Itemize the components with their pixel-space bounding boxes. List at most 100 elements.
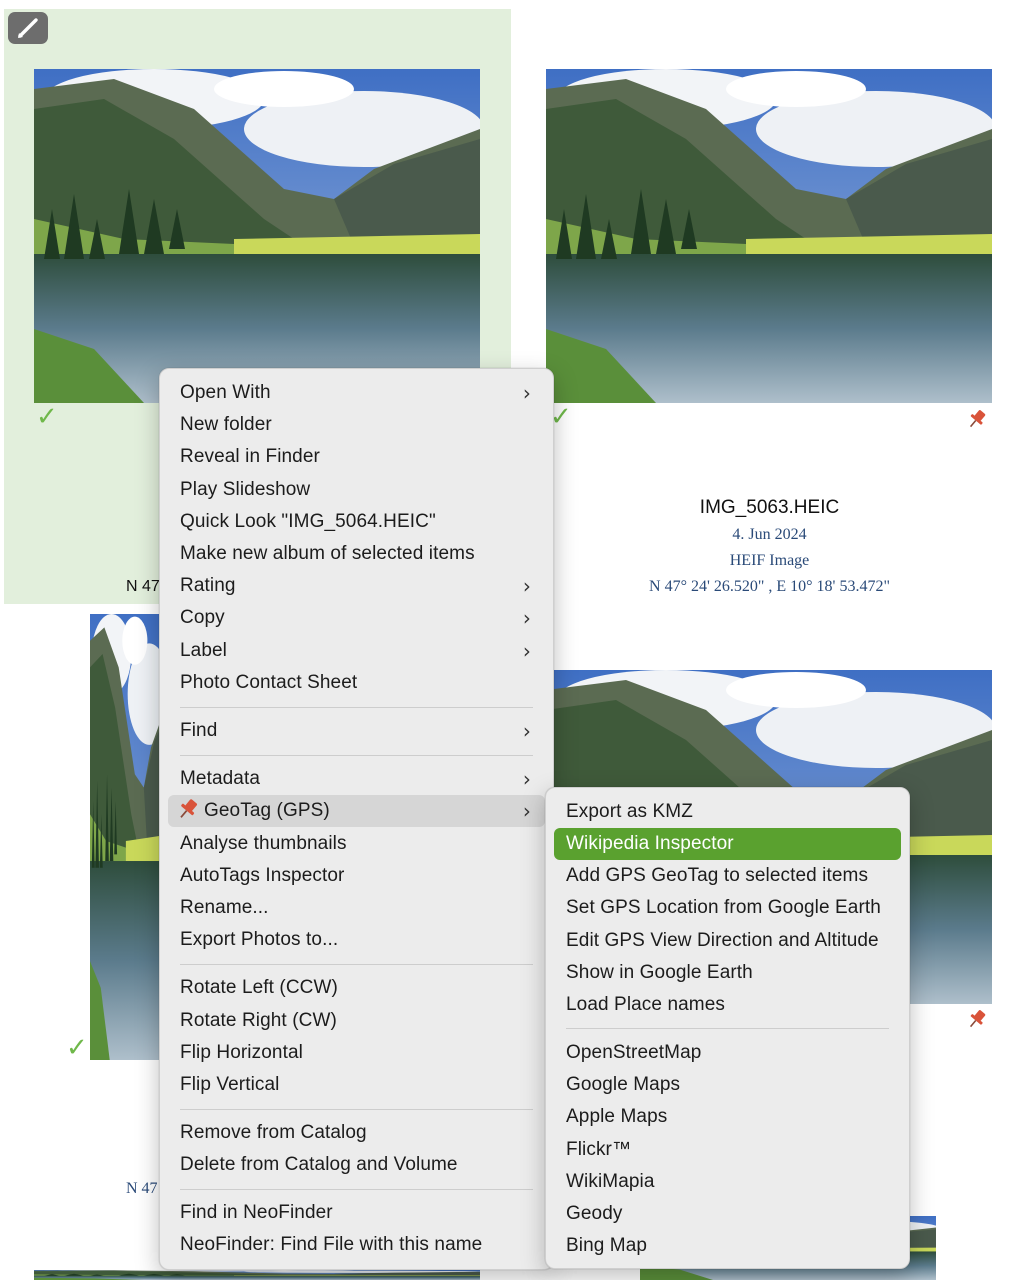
photo-thumbnail[interactable] xyxy=(90,614,170,1060)
menu-item-label: Rename... xyxy=(180,897,269,918)
menu-item-label: Add GPS GeoTag to selected items xyxy=(566,865,869,886)
landscape-image xyxy=(34,1270,480,1280)
chevron-right-icon: › xyxy=(522,799,531,823)
menu-item-label: Reveal in Finder xyxy=(180,446,320,467)
menu-item-play-slideshow[interactable]: Play Slideshow xyxy=(168,474,545,506)
menu-item-flip-horizontal[interactable]: Flip Horizontal xyxy=(168,1037,545,1069)
menu-item-make-album[interactable]: Make new album of selected items xyxy=(168,538,545,570)
menu-item-label: AutoTags Inspector xyxy=(180,865,345,886)
submenu-item-flickr[interactable]: Flickr™ xyxy=(554,1134,901,1166)
landscape-image xyxy=(90,614,170,1060)
pin-icon xyxy=(969,1010,986,1028)
edit-button[interactable] xyxy=(8,12,48,44)
menu-item-label: Analyse thumbnails xyxy=(180,833,347,854)
chevron-right-icon: › xyxy=(522,719,531,743)
menu-item-label: Bing Map xyxy=(566,1235,648,1256)
menu-item-export-photos[interactable]: Export Photos to... xyxy=(168,924,545,956)
chevron-right-icon: › xyxy=(522,767,531,791)
submenu-item-geody[interactable]: Geody xyxy=(554,1198,901,1230)
pin-icon xyxy=(969,410,986,428)
submenu-item-edit-gps-view[interactable]: Edit GPS View Direction and Altitude xyxy=(554,925,901,957)
menu-item-photo-contact-sheet[interactable]: Photo Contact Sheet xyxy=(168,667,545,699)
thumbnail-date: 4. Jun 2024 xyxy=(732,526,807,543)
menu-item-label: Find xyxy=(180,720,218,741)
menu-separator xyxy=(180,707,533,708)
menu-item-metadata[interactable]: Metadata › xyxy=(168,763,545,795)
menu-item-find[interactable]: Find › xyxy=(168,715,545,747)
menu-item-open-with[interactable]: Open With › xyxy=(168,377,545,409)
menu-separator xyxy=(566,1028,889,1029)
menu-item-copy[interactable]: Copy › xyxy=(168,602,545,634)
menu-item-label: Copy xyxy=(180,607,225,628)
submenu-item-bing-map[interactable]: Bing Map xyxy=(554,1230,901,1262)
submenu-item-openstreetmap[interactable]: OpenStreetMap xyxy=(554,1037,901,1069)
thumbnail-coordinates: N 47 xyxy=(126,1180,158,1197)
menu-item-label[interactable]: Label › xyxy=(168,635,545,667)
menu-separator xyxy=(180,1189,533,1190)
menu-item-label: Google Maps xyxy=(566,1074,681,1095)
menu-item-label: Flickr™ xyxy=(566,1139,632,1160)
menu-item-label: Set GPS Location from Google Earth xyxy=(566,897,881,918)
submenu-item-add-gps-geotag[interactable]: Add GPS GeoTag to selected items xyxy=(554,860,901,892)
menu-item-geotag[interactable]: GeoTag (GPS) › xyxy=(168,795,545,827)
landscape-image xyxy=(546,69,992,403)
menu-item-label: Rotate Left (CCW) xyxy=(180,977,338,998)
menu-item-label: Rating xyxy=(180,575,236,596)
photo-thumbnail[interactable] xyxy=(34,69,480,403)
submenu-item-apple-maps[interactable]: Apple Maps xyxy=(554,1101,901,1133)
menu-item-rename[interactable]: Rename... xyxy=(168,892,545,924)
submenu-item-google-maps[interactable]: Google Maps xyxy=(554,1069,901,1101)
menu-item-neofinder-find-file[interactable]: NeoFinder: Find File with this name xyxy=(168,1229,545,1261)
menu-item-label: Make new album of selected items xyxy=(180,543,475,564)
menu-item-label: New folder xyxy=(180,414,272,435)
menu-item-label: Load Place names xyxy=(566,994,725,1015)
menu-item-remove-from-catalog[interactable]: Remove from Catalog xyxy=(168,1117,545,1149)
submenu-item-wikimapia[interactable]: WikiMapia xyxy=(554,1166,901,1198)
chevron-right-icon: › xyxy=(522,574,531,598)
menu-item-label: Show in Google Earth xyxy=(566,962,753,983)
landscape-image xyxy=(34,69,480,403)
menu-item-new-folder[interactable]: New folder xyxy=(168,409,545,441)
photo-thumbnail[interactable] xyxy=(546,69,992,403)
menu-item-label: Wikipedia Inspector xyxy=(566,833,734,854)
chevron-right-icon: › xyxy=(522,606,531,630)
menu-separator xyxy=(180,755,533,756)
menu-separator xyxy=(180,1109,533,1110)
menu-item-label: OpenStreetMap xyxy=(566,1042,702,1063)
submenu-item-load-place-names[interactable]: Load Place names xyxy=(554,989,901,1021)
menu-item-label: WikiMapia xyxy=(566,1171,655,1192)
menu-item-label: Open With xyxy=(180,382,271,403)
menu-item-analyse-thumbnails[interactable]: Analyse thumbnails xyxy=(168,828,545,860)
menu-item-label: Play Slideshow xyxy=(180,479,311,500)
menu-item-quick-look[interactable]: Quick Look "IMG_5064.HEIC" xyxy=(168,506,545,538)
check-icon: ✓ xyxy=(66,1033,88,1063)
menu-item-label: NeoFinder: Find File with this name xyxy=(180,1234,483,1255)
submenu-item-export-kmz[interactable]: Export as KMZ xyxy=(554,796,901,828)
submenu-item-set-gps-location[interactable]: Set GPS Location from Google Earth xyxy=(554,892,901,924)
thumbnail-kind: HEIF Image xyxy=(729,552,810,569)
menu-item-label: Export as KMZ xyxy=(566,801,693,822)
menu-item-find-in-neofinder[interactable]: Find in NeoFinder xyxy=(168,1197,545,1229)
menu-item-label: Label xyxy=(180,640,227,661)
check-icon: ✓ xyxy=(36,402,58,432)
chevron-right-icon: › xyxy=(522,639,531,663)
menu-item-flip-vertical[interactable]: Flip Vertical xyxy=(168,1069,545,1101)
menu-item-label: Geody xyxy=(566,1203,623,1224)
menu-item-reveal-in-finder[interactable]: Reveal in Finder xyxy=(168,441,545,473)
geotag-submenu: Export as KMZ Wikipedia Inspector Add GP… xyxy=(545,787,910,1269)
menu-item-autotags-inspector[interactable]: AutoTags Inspector xyxy=(168,860,545,892)
menu-item-label: Metadata xyxy=(180,768,261,789)
menu-item-rotate-left[interactable]: Rotate Left (CCW) xyxy=(168,972,545,1004)
menu-item-delete-from-catalog[interactable]: Delete from Catalog and Volume xyxy=(168,1149,545,1181)
submenu-item-wikipedia-inspector[interactable]: Wikipedia Inspector xyxy=(554,828,901,860)
menu-separator xyxy=(180,964,533,965)
menu-item-rating[interactable]: Rating › xyxy=(168,570,545,602)
submenu-item-show-in-google-earth[interactable]: Show in Google Earth xyxy=(554,957,901,989)
photo-thumbnail[interactable] xyxy=(34,1270,480,1280)
pencil-icon xyxy=(18,18,38,38)
menu-item-rotate-right[interactable]: Rotate Right (CW) xyxy=(168,1005,545,1037)
context-menu: Open With › New folder Reveal in Finder P… xyxy=(159,368,554,1270)
menu-item-label: Edit GPS View Direction and Altitude xyxy=(566,930,879,951)
menu-item-label: Photo Contact Sheet xyxy=(180,672,358,693)
thumbnail-coordinates: N 47° 24' 26.520" , E 10° 18' 53.472" xyxy=(649,578,890,595)
